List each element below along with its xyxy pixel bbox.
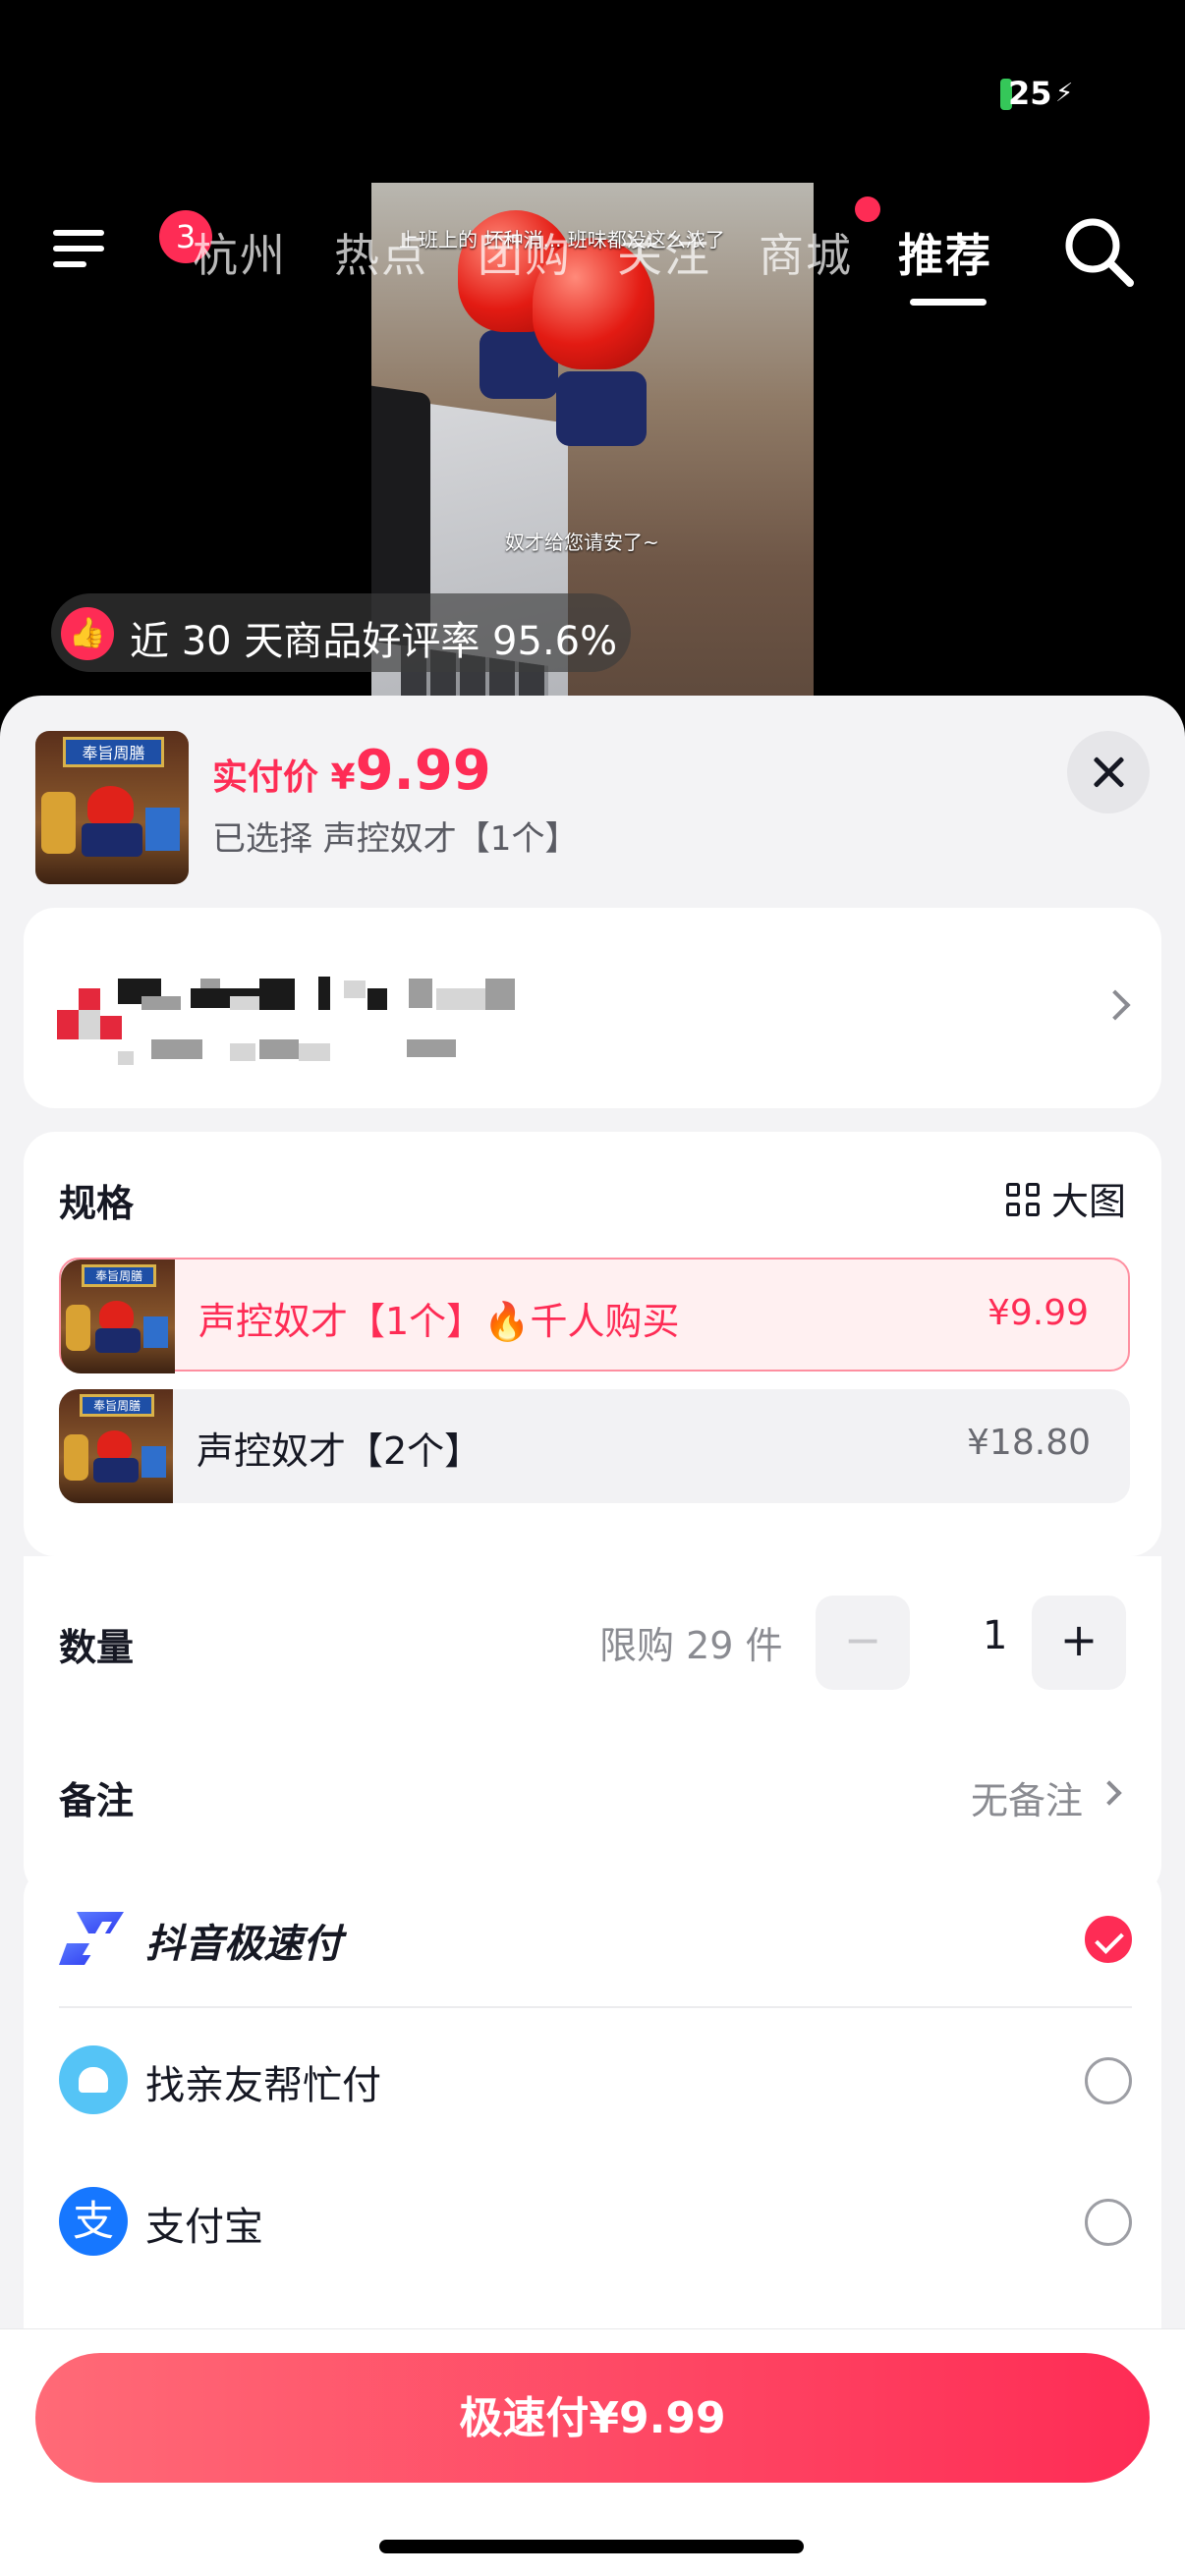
tab-recommend[interactable]: 推荐: [898, 220, 992, 285]
fire-icon: 🔥: [483, 1300, 531, 1343]
payment-friend[interactable]: 找亲友帮忙付: [59, 2008, 1132, 2150]
spec-title: 规格: [59, 1182, 135, 1225]
mall-dot-badge: [855, 196, 880, 222]
lightning-pay-icon: [59, 1912, 124, 1965]
menu-icon[interactable]: 3: [53, 210, 212, 275]
big-view-button[interactable]: 大图: [1005, 1171, 1126, 1225]
heart-icon: [59, 2045, 128, 2114]
alipay-icon: 支: [59, 2187, 128, 2256]
spec-option-price: ¥18.80: [967, 1423, 1091, 1463]
spec-option-1[interactable]: 奉旨周膳 声控奴才【1个】🔥千人购买 ¥9.99: [59, 1258, 1130, 1373]
video-caption-mid: 奴才给您请安了~: [505, 531, 659, 554]
payment-name: 抖音极速付: [145, 1922, 342, 1967]
chevron-right-icon: [1097, 1780, 1122, 1806]
product-thumbnail[interactable]: 奉旨周膳: [35, 731, 189, 884]
thumbs-up-icon: 👍: [61, 607, 114, 660]
spec-card: 规格 大图 奉旨周膳 声控奴才【1个】🔥千人购买 ¥9.99 奉旨周膳 声控奴才…: [24, 1132, 1161, 1556]
tab-mall[interactable]: 商城: [759, 220, 853, 285]
payment-douyin[interactable]: 抖音极速付: [59, 1867, 1132, 2008]
home-indicator[interactable]: [379, 2540, 804, 2553]
tab-groupbuy[interactable]: 团购: [478, 220, 572, 285]
quantity-value[interactable]: 1: [983, 1613, 1007, 1658]
rating-pill: 👍 近 30 天商品好评率 95.6%: [51, 593, 631, 672]
purchase-limit: 限购 29 件: [599, 1624, 783, 1667]
radio-selected[interactable]: [1085, 1916, 1132, 1963]
radio-unselected[interactable]: [1085, 2199, 1132, 2246]
active-tab-underline: [910, 299, 987, 306]
price-label: 实付价 ¥9.99: [212, 739, 491, 803]
battery-indicator: 25 ⚡: [1000, 75, 1073, 114]
quantity-minus-button[interactable]: −: [816, 1596, 910, 1690]
spec-option-2[interactable]: 奉旨周膳 声控奴才【2个】 ¥18.80: [59, 1389, 1130, 1503]
quantity-remark-card: 数量 限购 29 件 − 1 + 备注 无备注: [24, 1556, 1161, 1896]
spec-option-tag: 千人购买: [530, 1300, 680, 1343]
spec-option-thumb: 奉旨周膳: [61, 1260, 175, 1373]
top-nav: 3 杭州 热点 团购 关注 商城 推荐: [0, 204, 1185, 306]
price-value: 9.99: [355, 739, 491, 803]
rating-text: 近 30 天商品好评率 95.6%: [130, 619, 618, 664]
laptop-image: [371, 384, 568, 733]
payment-name: 支付宝: [145, 2205, 263, 2250]
tab-hot[interactable]: 热点: [334, 220, 428, 285]
address-card[interactable]: [24, 908, 1161, 1108]
close-button[interactable]: [1067, 731, 1150, 813]
quantity-label: 数量: [59, 1626, 135, 1669]
remark-value[interactable]: 无备注: [971, 1770, 1083, 1824]
spec-option-name: 声控奴才【2个】: [197, 1429, 482, 1473]
remark-label: 备注: [59, 1779, 135, 1822]
spec-option-price: ¥9.99: [987, 1293, 1089, 1333]
search-icon[interactable]: [1061, 214, 1136, 289]
payment-name: 找亲友帮忙付: [145, 2063, 381, 2108]
selected-spec-text: 已选择 声控奴才【1个】: [212, 819, 579, 859]
tab-follow[interactable]: 关注: [617, 220, 711, 285]
grid-icon: [1005, 1183, 1042, 1218]
radio-unselected[interactable]: [1085, 2057, 1132, 2104]
spec-option-name: 声控奴才【1个】🔥千人购买: [198, 1300, 680, 1343]
payment-alipay[interactable]: 支 支付宝: [59, 2150, 1132, 2291]
chevron-right-icon: [1100, 989, 1131, 1021]
purchase-sheet: 奉旨周膳 实付价 ¥9.99 已选择 声控奴才【1个】 规格 大图 奉旨周膳 声…: [0, 696, 1185, 2576]
checkout-bar: 极速付¥9.99: [0, 2328, 1185, 2576]
tab-hangzhou[interactable]: 杭州: [193, 220, 287, 285]
quantity-plus-button[interactable]: +: [1032, 1596, 1126, 1690]
pay-button[interactable]: 极速付¥9.99: [35, 2353, 1150, 2483]
spec-option-thumb: 奉旨周膳: [59, 1389, 173, 1503]
